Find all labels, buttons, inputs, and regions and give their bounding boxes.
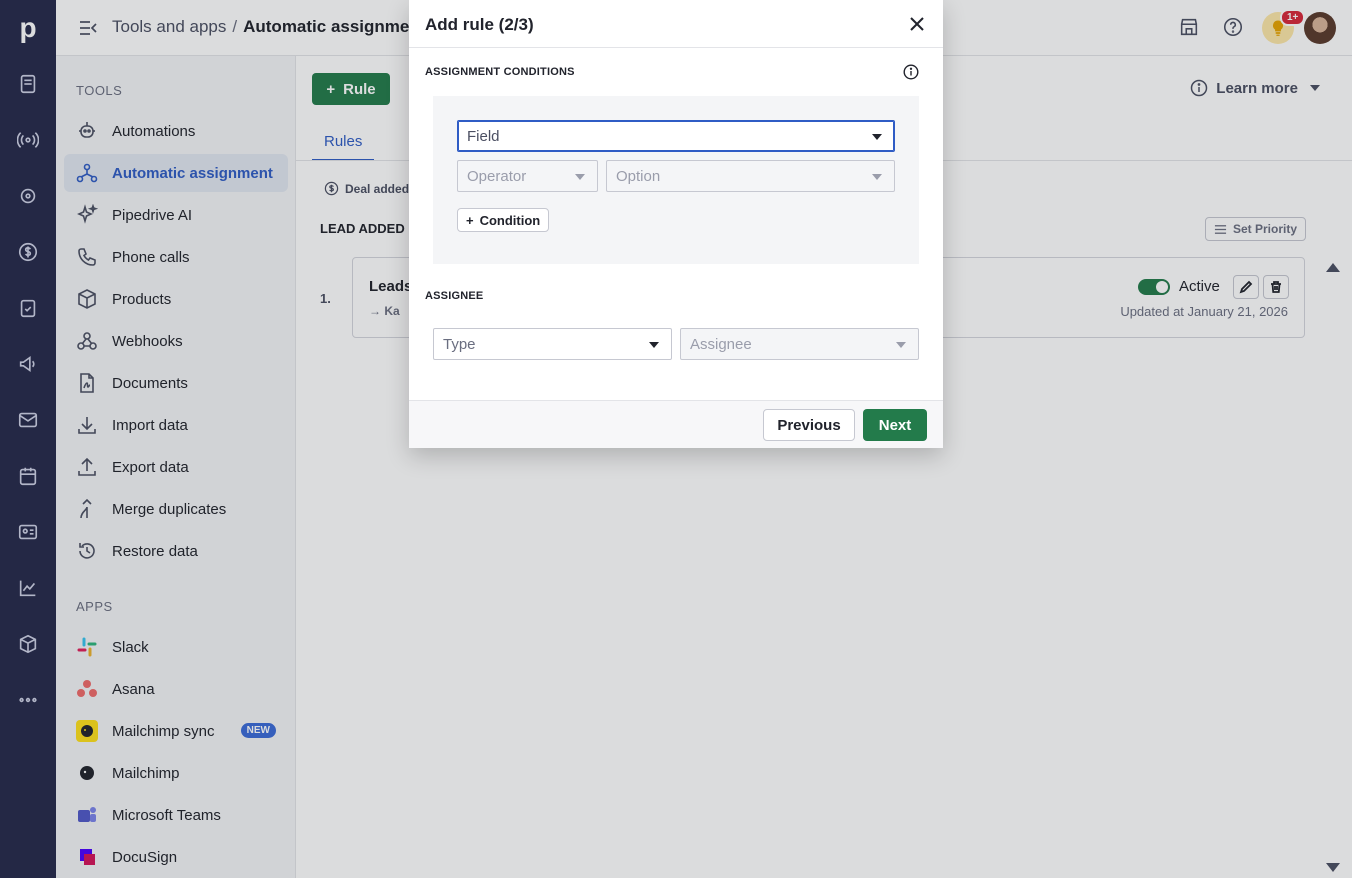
- modal-header: Add rule (2/3): [409, 0, 943, 48]
- chevron-down-icon: [896, 342, 906, 348]
- plus-icon: +: [466, 212, 474, 228]
- chevron-down-icon: [575, 174, 585, 180]
- field-select[interactable]: Field: [457, 120, 895, 152]
- chevron-down-icon: [872, 134, 882, 140]
- previous-button[interactable]: Previous: [763, 409, 855, 441]
- assignee-select[interactable]: Assignee: [680, 328, 919, 360]
- modal-title: Add rule (2/3): [425, 15, 534, 34]
- operator-select[interactable]: Operator: [457, 160, 598, 192]
- field-select-value: Field: [467, 127, 500, 145]
- option-select[interactable]: Option: [606, 160, 895, 192]
- chevron-down-icon: [872, 174, 882, 180]
- assignee-heading: ASSIGNEE: [425, 290, 484, 302]
- add-condition-label: Condition: [479, 212, 541, 228]
- assignee-type-select[interactable]: Type: [433, 328, 672, 360]
- info-icon[interactable]: [903, 64, 919, 80]
- option-select-value: Option: [616, 167, 661, 185]
- type-select-value: Type: [443, 335, 476, 353]
- chevron-down-icon: [649, 342, 659, 348]
- modal-footer: Previous Next: [409, 400, 943, 448]
- operator-select-value: Operator: [467, 167, 527, 185]
- conditions-panel: Field Operator Option + Condition: [433, 96, 919, 264]
- assignee-select-value: Assignee: [690, 335, 752, 353]
- add-condition-button[interactable]: + Condition: [457, 208, 550, 232]
- close-icon[interactable]: [907, 14, 927, 34]
- next-button[interactable]: Next: [863, 409, 927, 441]
- add-rule-modal: Add rule (2/3) ASSIGNMENT CONDITIONS Fie…: [409, 0, 943, 448]
- assignment-conditions-heading: ASSIGNMENT CONDITIONS: [425, 66, 575, 78]
